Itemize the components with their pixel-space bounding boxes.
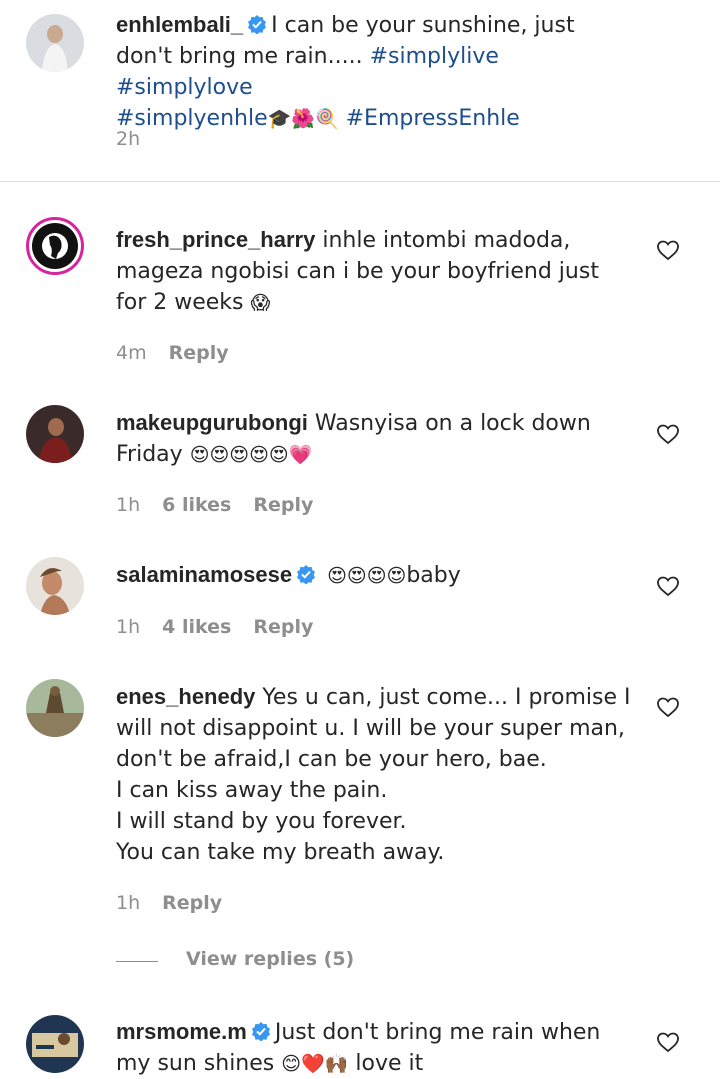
post-time: 2h	[116, 128, 141, 150]
comment-body-line: don't be afraid,I can be your hero, bae.	[116, 747, 547, 772]
divider	[116, 961, 158, 962]
post-caption: enhlembali_ I can be your sunshine, just …	[116, 9, 636, 134]
hashtag-link[interactable]: #simplylive	[370, 44, 499, 69]
comment-meta: 1h Reply	[116, 892, 244, 914]
avatar-image	[26, 1015, 84, 1073]
post-author-avatar[interactable]	[26, 14, 84, 72]
comment-body-line: I will stand by you forever.	[116, 809, 407, 834]
comment-text: mrsmome.m Just don't bring me rain when m…	[116, 1016, 636, 1079]
likes-count[interactable]: 6 likes	[162, 494, 231, 516]
reply-button[interactable]: Reply	[162, 892, 222, 914]
comment-meta: 1h 4 likes Reply	[116, 616, 335, 638]
raised-hands-emoji: 🙌🏾	[324, 1053, 349, 1075]
comment-text: enes_henedy Yes u can, just come... I pr…	[116, 681, 636, 868]
flower-emoji: 🌺	[291, 108, 315, 130]
commenter-avatar[interactable]	[26, 679, 84, 737]
commenter-avatar[interactable]	[26, 405, 84, 463]
reply-button[interactable]: Reply	[253, 616, 313, 638]
sparkling-heart-emoji: 💗	[288, 444, 313, 466]
commenter-avatar[interactable]	[26, 1015, 84, 1073]
hashtag-link[interactable]: #EmpressEnhle	[346, 106, 520, 131]
like-heart-icon[interactable]	[656, 696, 680, 718]
heart-eyes-emoji: 😍😍😍😍	[327, 565, 407, 587]
comment-text: salaminamosese 😍😍😍😍baby	[116, 559, 636, 591]
lollipop-emoji: 🍭	[314, 108, 339, 130]
avatar-image	[32, 223, 78, 269]
comment-username[interactable]: makeupgurubongi	[116, 410, 308, 435]
verified-icon	[248, 15, 267, 34]
divider	[0, 181, 720, 182]
avatar-image	[26, 679, 84, 737]
post-meta: 2h	[116, 128, 162, 150]
like-heart-icon[interactable]	[656, 575, 680, 597]
hashtag-link[interactable]: #simplylove	[116, 75, 253, 100]
comment-time: 4m	[116, 342, 147, 364]
reply-button[interactable]: Reply	[169, 342, 229, 364]
view-replies-label: View replies (5)	[186, 948, 355, 970]
avatar-image	[26, 557, 84, 615]
comment-body-line: will not disappoint u. I will be your su…	[116, 716, 625, 741]
commenter-avatar[interactable]	[26, 557, 84, 615]
comment-username[interactable]: salaminamosese	[116, 562, 292, 587]
comment-time: 1h	[116, 494, 141, 516]
reply-button[interactable]: Reply	[253, 494, 313, 516]
comment-body-line: I can kiss away the pain.	[116, 778, 388, 803]
comment-text: makeupgurubongi Wasnyisa on a lock down …	[116, 407, 636, 470]
like-heart-icon[interactable]	[656, 423, 680, 445]
comment-username[interactable]: fresh_prince_harry	[116, 227, 315, 252]
comment-text: fresh_prince_harry inhle intombi madoda,…	[116, 224, 636, 318]
comment-meta: 1h 6 likes Reply	[116, 494, 335, 516]
comment-body-line: Yes u can, just come... I promise I	[262, 685, 631, 710]
likes-count[interactable]: 4 likes	[162, 616, 231, 638]
avatar-image	[26, 405, 84, 463]
red-heart-emoji: ❤️	[301, 1053, 325, 1075]
like-heart-icon[interactable]	[656, 1031, 680, 1053]
comment-time: 1h	[116, 892, 141, 914]
graduation-cap-emoji: 🎓	[267, 108, 292, 130]
comment-body-line: You can take my breath away.	[116, 840, 445, 865]
comment-time: 1h	[116, 616, 141, 638]
comment-username[interactable]: enes_henedy	[116, 684, 255, 709]
commenter-avatar[interactable]	[26, 217, 84, 275]
verified-icon	[297, 565, 316, 584]
screaming-face-emoji: 😱	[250, 292, 271, 314]
comment-body-end: love it	[355, 1051, 424, 1076]
like-heart-icon[interactable]	[656, 239, 680, 261]
verified-icon	[251, 1022, 270, 1041]
smiling-face-emoji: 😊	[281, 1053, 302, 1075]
avatar-image	[26, 14, 84, 72]
comment-body: baby	[406, 563, 461, 588]
comment-meta: 4m Reply	[116, 342, 251, 364]
comment-username[interactable]: mrsmome.m	[116, 1019, 247, 1044]
post-username[interactable]: enhlembali_	[116, 12, 243, 37]
heart-eyes-emoji: 😍😍😍😍😍	[189, 444, 289, 466]
